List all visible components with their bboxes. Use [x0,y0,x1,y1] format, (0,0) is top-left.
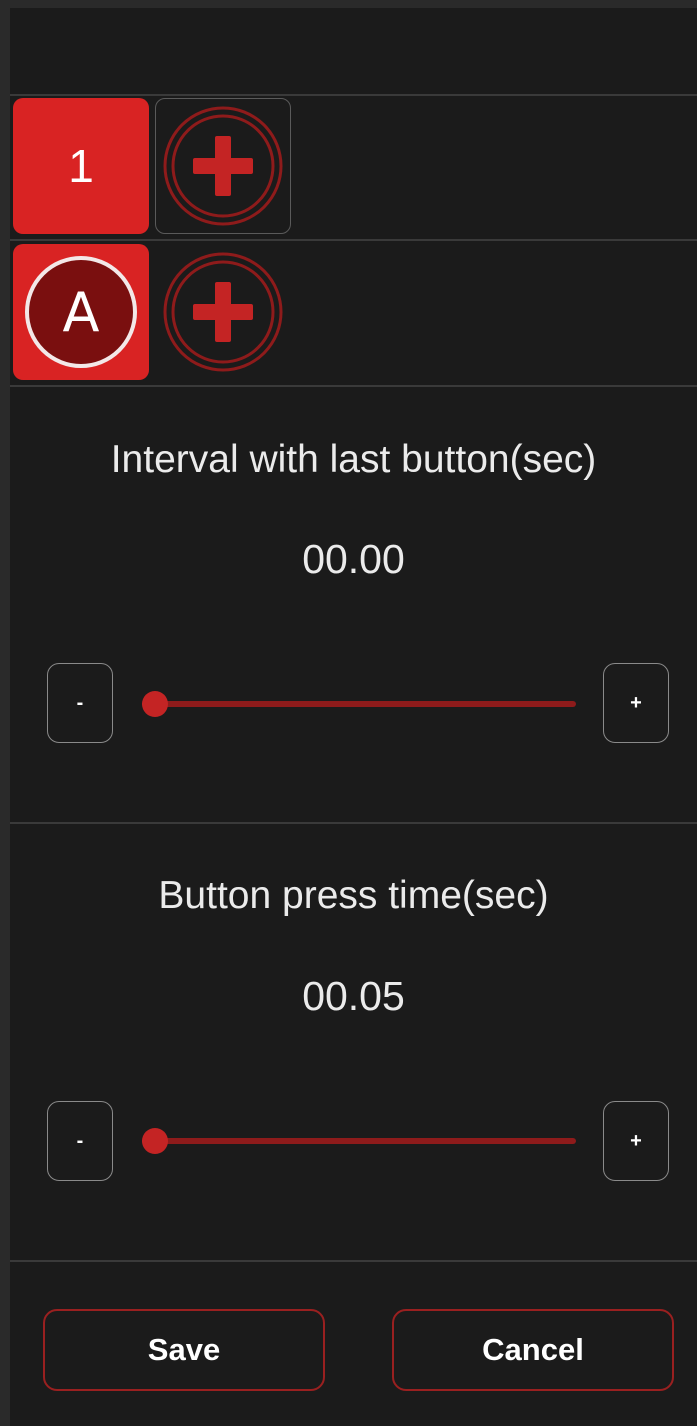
slider-track [142,701,576,707]
save-button[interactable]: Save [43,1309,325,1391]
key-label: 1 [68,140,94,192]
press-time-value: 00.05 [302,973,405,1019]
sequence-key-1[interactable]: 1 [13,98,149,234]
interval-increment-button[interactable]: + [603,663,669,743]
key-label: A [62,280,100,344]
press-time-title: Button press time(sec) [158,874,549,917]
press-time-decrement-button[interactable]: - [47,1101,113,1181]
divider [10,94,697,96]
sequence-key-a[interactable]: A [13,244,149,380]
cancel-button[interactable]: Cancel [392,1309,674,1391]
interval-title: Interval with last button(sec) [110,438,597,481]
slider-track [142,1138,576,1144]
divider [10,822,697,824]
divider [10,239,697,241]
slider-thumb[interactable] [142,1128,168,1154]
press-time-slider[interactable] [142,1126,576,1156]
interval-decrement-button[interactable]: - [47,663,113,743]
plus-circle-icon [163,106,283,226]
slider-thumb[interactable] [142,691,168,717]
divider [10,1260,697,1262]
interval-slider[interactable] [142,689,576,719]
add-key-button[interactable] [155,244,291,380]
plus-circle-icon [163,252,283,372]
add-key-button[interactable] [155,98,291,234]
divider [10,385,697,387]
interval-value: 00.00 [302,536,405,582]
combo-editor-panel: 1 A Interval with last button(sec) 00.00… [10,8,697,1426]
key-letter-circle: A [25,256,137,368]
press-time-increment-button[interactable]: + [603,1101,669,1181]
